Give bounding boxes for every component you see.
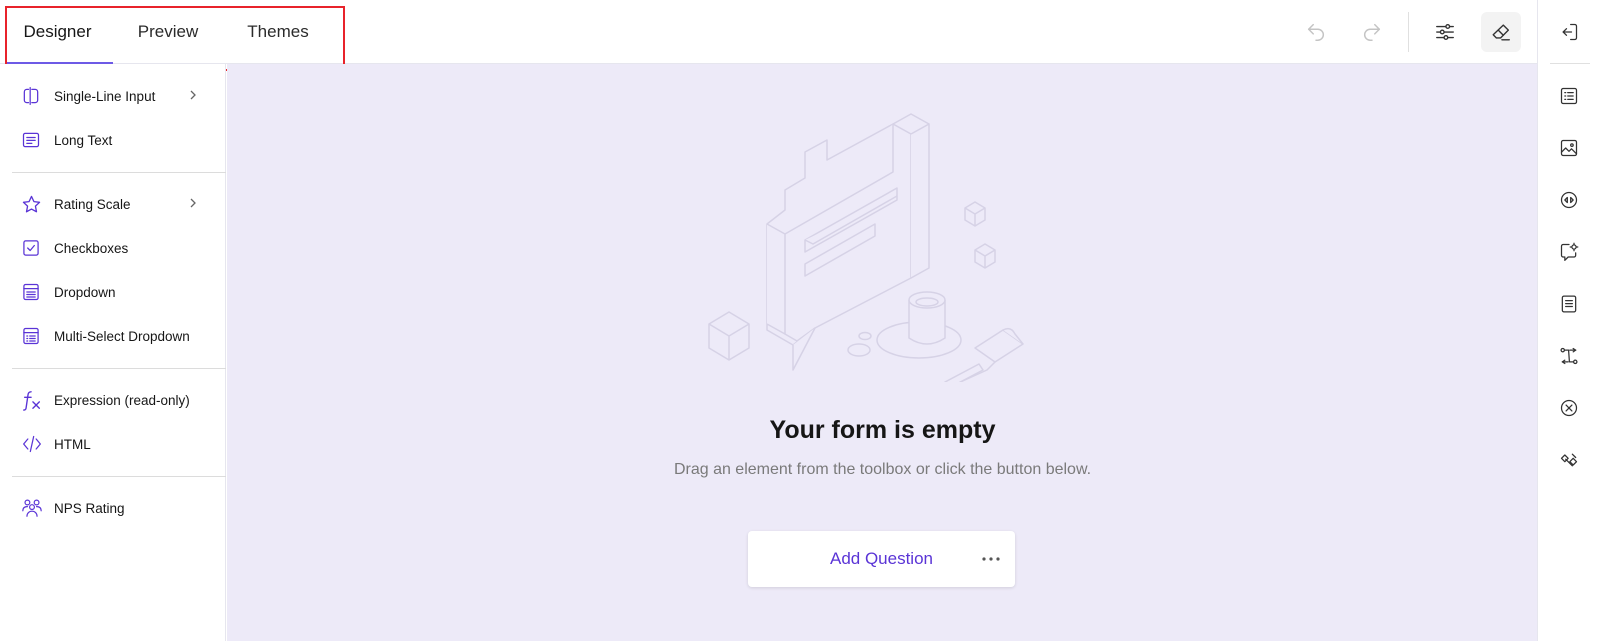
star-icon	[21, 193, 51, 215]
rail-question-settings-button[interactable]	[1549, 232, 1589, 272]
code-icon	[21, 433, 51, 455]
tool-rating-scale[interactable]: Rating Scale	[12, 182, 226, 226]
tab-themes[interactable]: Themes	[223, 0, 333, 64]
tool-label: HTML	[54, 436, 91, 452]
rail-divider	[1550, 63, 1590, 64]
close-circle-icon	[1560, 399, 1578, 417]
empty-form-illustration	[708, 113, 1024, 382]
tool-label: Single-Line Input	[54, 88, 156, 104]
tab-designer[interactable]: Designer	[0, 0, 113, 64]
tool-label: Expression (read-only)	[54, 392, 190, 408]
chat-settings-icon	[1560, 242, 1579, 261]
toolbox-divider	[12, 172, 226, 173]
add-question-button[interactable]: Add Question	[748, 531, 1015, 587]
dropdown-icon	[21, 281, 51, 303]
designer-header: Designer Preview Themes	[0, 0, 1537, 64]
tool-label: Rating Scale	[54, 196, 131, 212]
tool-multi-select-dropdown[interactable]: Multi-Select Dropdown	[12, 314, 226, 358]
header-toolbar	[1296, 0, 1537, 64]
text-cursor-icon	[21, 85, 51, 107]
eraser-button[interactable]	[1481, 12, 1521, 52]
undo-icon	[1307, 23, 1324, 41]
translate-icon	[1560, 453, 1578, 467]
tab-preview-label: Preview	[137, 22, 199, 41]
tool-label: Checkboxes	[54, 240, 129, 256]
empty-form-title: Your form is empty	[769, 416, 996, 444]
tool-nps-rating[interactable]: NPS Rating	[12, 486, 226, 530]
comment-icon	[21, 129, 51, 151]
toolbar-divider	[1408, 12, 1409, 52]
toolbox: Single-Line Input Long Text Rating Scale…	[0, 64, 226, 641]
toolbox-divider	[12, 476, 226, 477]
media-icon	[1560, 191, 1578, 209]
tool-dropdown[interactable]: Dropdown	[12, 270, 226, 314]
eraser-icon	[1492, 24, 1510, 41]
rail-translation-button[interactable]	[1549, 440, 1589, 480]
undo-button[interactable]	[1296, 12, 1336, 52]
document-icon	[1561, 295, 1577, 313]
design-canvas: Your form is empty Drag an element from …	[227, 64, 1538, 641]
multi-select-icon	[21, 325, 51, 347]
toolbox-divider	[12, 368, 226, 369]
sliders-icon	[1436, 23, 1454, 41]
tab-themes-label: Themes	[247, 22, 309, 41]
tool-label: Long Text	[54, 132, 113, 148]
chevron-right-icon[interactable]	[186, 196, 200, 210]
collapse-panel-button[interactable]	[1549, 12, 1589, 52]
tool-label: Dropdown	[54, 284, 116, 300]
image-icon	[1560, 139, 1578, 157]
tool-expression[interactable]: Expression (read-only)	[12, 378, 226, 422]
tool-label: Multi-Select Dropdown	[54, 328, 190, 344]
chevron-right-icon[interactable]	[186, 88, 200, 102]
rail-logic-button[interactable]	[1549, 336, 1589, 376]
property-rail	[1537, 0, 1600, 641]
rail-pages-button[interactable]	[1549, 284, 1589, 324]
tool-label: NPS Rating	[54, 500, 125, 516]
tool-single-line-input[interactable]: Single-Line Input	[12, 74, 226, 118]
logic-icon	[1560, 347, 1578, 365]
rail-general-button[interactable]	[1549, 76, 1589, 116]
tool-checkboxes[interactable]: Checkboxes	[12, 226, 226, 270]
fx-icon	[21, 389, 51, 411]
rail-logo-button[interactable]	[1549, 128, 1589, 168]
users-icon	[21, 497, 51, 519]
collapse-icon	[1562, 23, 1578, 41]
tool-long-text[interactable]: Long Text	[12, 118, 226, 162]
redo-button[interactable]	[1352, 12, 1392, 52]
rail-navigation-button[interactable]	[1549, 180, 1589, 220]
tab-preview[interactable]: Preview	[113, 0, 223, 64]
tool-html[interactable]: HTML	[12, 422, 226, 466]
redo-icon	[1364, 23, 1381, 41]
more-options-button[interactable]	[977, 545, 1005, 573]
add-question-card: Add Question	[748, 531, 1015, 587]
list-icon	[1560, 87, 1578, 105]
settings-button[interactable]	[1425, 12, 1465, 52]
more-horizontal-icon	[982, 557, 1000, 561]
rail-validation-button[interactable]	[1549, 388, 1589, 428]
tab-bar: Designer Preview Themes	[0, 0, 333, 64]
tab-designer-label: Designer	[23, 22, 92, 41]
checkbox-icon	[21, 237, 51, 259]
empty-form-subtitle: Drag an element from the toolbox or clic…	[673, 461, 1092, 478]
